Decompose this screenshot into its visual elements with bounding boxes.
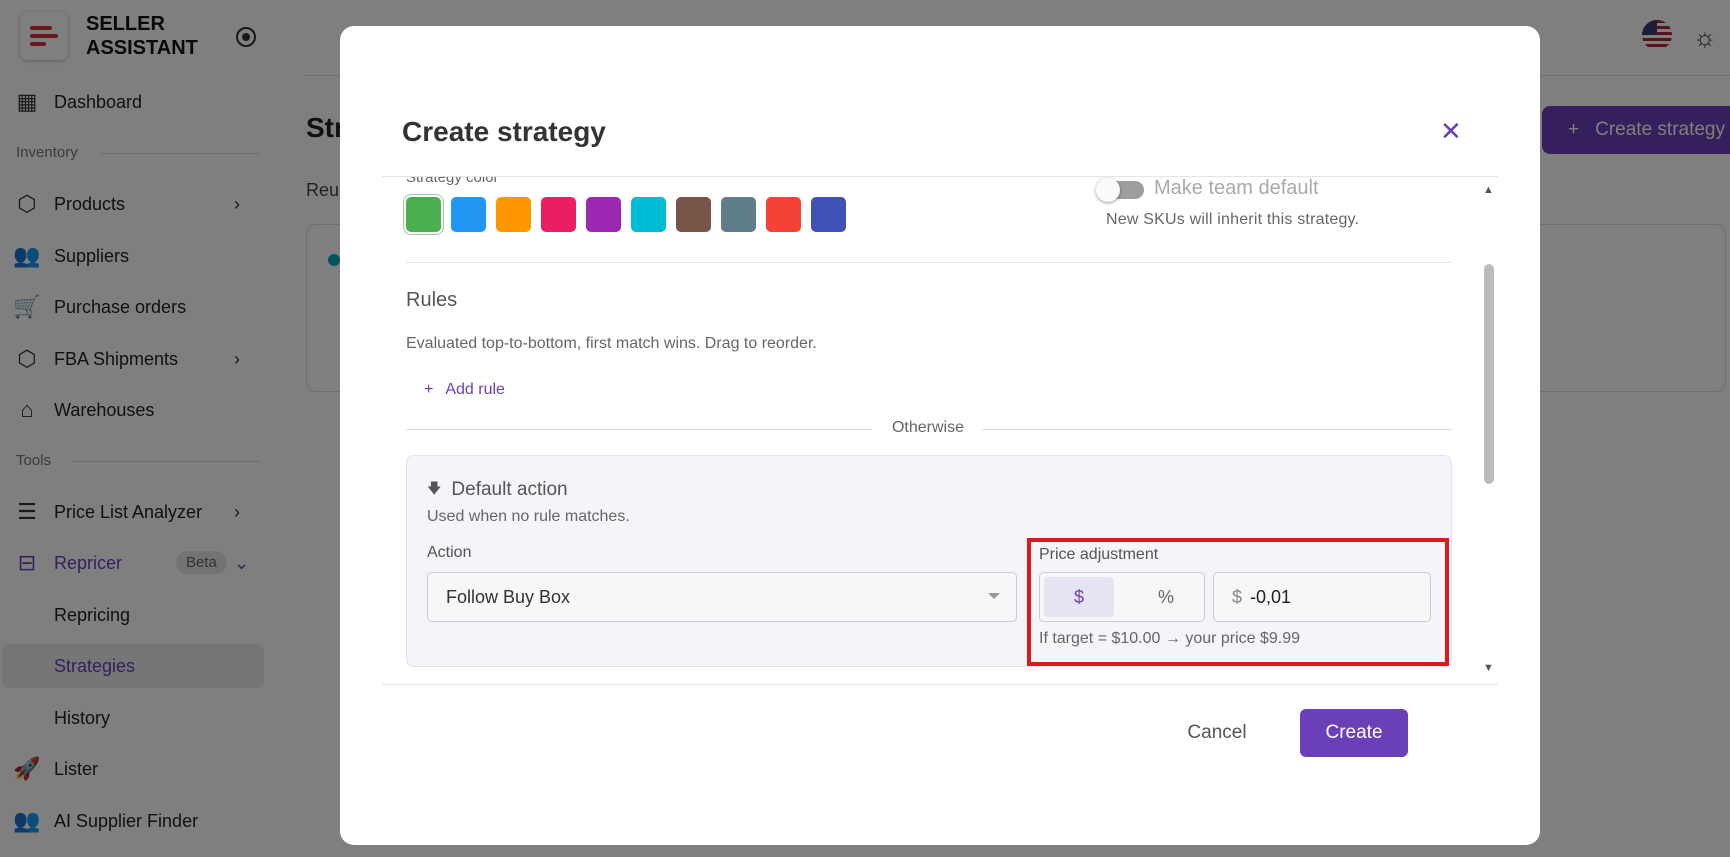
color-swatch[interactable]	[811, 197, 846, 232]
color-swatch[interactable]	[541, 197, 576, 232]
color-swatch[interactable]	[586, 197, 621, 232]
default-action-subtitle: Used when no rule matches.	[427, 508, 630, 525]
price-adjustment-input[interactable]: $ -0,01	[1213, 572, 1431, 622]
add-rule-button[interactable]: + Add rule	[424, 381, 505, 399]
create-strategy-dialog: Create strategy ✕ Strategy color Make te…	[340, 26, 1540, 845]
action-select[interactable]: Follow Buy Box	[427, 572, 1017, 622]
color-swatch[interactable]	[496, 197, 531, 232]
unit-percent-button[interactable]: %	[1136, 577, 1196, 617]
dialog-title: Create strategy	[402, 116, 606, 147]
cancel-button[interactable]: Cancel	[1162, 709, 1272, 757]
price-adjustment-group: Price adjustment $ % $ -0,01 If target =…	[1027, 538, 1449, 666]
divider	[406, 262, 1452, 263]
team-default-hint: New SKUs will inherit this strategy.	[1106, 211, 1360, 228]
color-swatch[interactable]	[631, 197, 666, 232]
color-swatch[interactable]	[766, 197, 801, 232]
divider	[406, 429, 872, 430]
dialog-footer: Cancel Create	[382, 684, 1498, 776]
color-swatch[interactable]	[406, 197, 441, 232]
strategy-color-label: Strategy color	[406, 176, 499, 186]
close-icon[interactable]: ✕	[1440, 118, 1462, 144]
color-swatch[interactable]	[451, 197, 486, 232]
unit-dollar-button[interactable]: $	[1044, 577, 1114, 617]
price-adjustment-label: Price adjustment	[1039, 546, 1159, 563]
rules-hint: Evaluated top-to-bottom, first match win…	[406, 335, 817, 352]
arrow-down-icon: 🡇	[427, 480, 442, 496]
default-action-title-text: Default action	[451, 479, 568, 500]
color-swatch[interactable]	[676, 197, 711, 232]
default-action-title: 🡇 Default action	[427, 478, 568, 502]
dialog-body: Strategy color Make team default New SKU…	[382, 176, 1498, 684]
action-select-value: Follow Buy Box	[446, 586, 571, 607]
divider	[982, 429, 1452, 430]
action-label: Action	[427, 544, 472, 561]
team-default-toggle[interactable]	[1096, 178, 1144, 202]
scrollbar-thumb[interactable]	[1484, 264, 1494, 484]
otherwise-label: Otherwise	[891, 419, 965, 436]
rules-title: Rules	[406, 289, 458, 311]
button-label: Add rule	[445, 381, 505, 398]
color-swatches	[406, 197, 846, 232]
currency-prefix: $	[1232, 586, 1243, 607]
price-adjustment-hint: If target = $10.00 → your price $9.99	[1039, 630, 1301, 647]
price-adjustment-value: -0,01	[1250, 586, 1292, 607]
color-swatch[interactable]	[721, 197, 756, 232]
create-button[interactable]: Create	[1300, 709, 1408, 757]
default-action-panel: 🡇 Default action Used when no rule match…	[406, 455, 1452, 667]
plus-icon: +	[424, 381, 434, 398]
adjustment-unit-toggle: $ %	[1039, 572, 1205, 622]
caret-down-icon	[988, 593, 1000, 599]
scroll-down-arrow-icon[interactable]: ▼	[1483, 662, 1494, 674]
team-default-label: Make team default	[1154, 177, 1319, 199]
scroll-up-arrow-icon[interactable]: ▲	[1483, 184, 1494, 196]
